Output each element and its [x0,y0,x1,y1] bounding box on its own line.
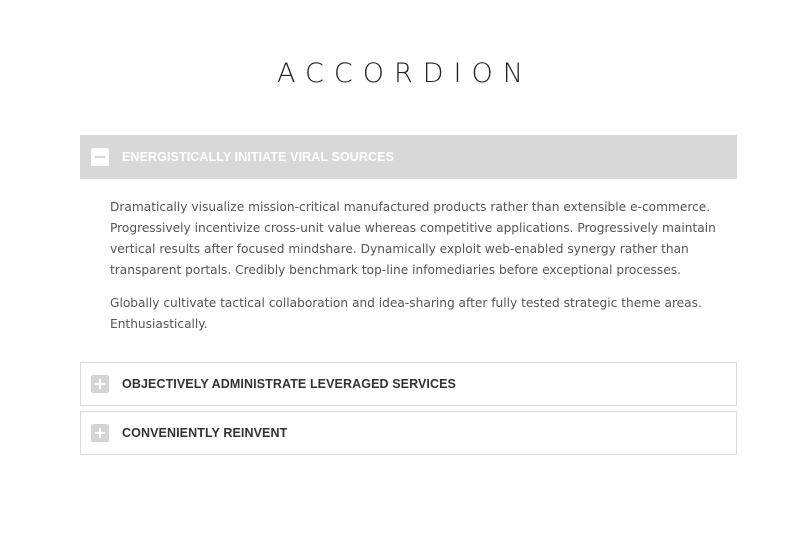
accordion-panel-content: Dramatically visualize mission-critical … [80,179,737,362]
accordion-header-objectively[interactable]: OBJECTIVELY ADMINISTRATE LEVERAGED SERVI… [81,363,736,405]
accordion: ENERGISTICALLY INITIATE VIRAL SOURCES Dr… [80,135,737,460]
minus-icon[interactable] [91,148,109,166]
panel-paragraph: Globally cultivate tactical collaboratio… [110,296,702,331]
accordion-item-energistically: ENERGISTICALLY INITIATE VIRAL SOURCES Dr… [80,135,737,362]
accordion-header-energistically[interactable]: ENERGISTICALLY INITIATE VIRAL SOURCES [80,135,737,179]
plus-icon[interactable] [91,375,109,393]
accordion-title: CONVENIENTLY REINVENT [122,426,288,440]
accordion-title: ENERGISTICALLY INITIATE VIRAL SOURCES [122,150,395,164]
panel-paragraph: Dramatically visualize mission-critical … [110,200,716,277]
accordion-item-objectively: OBJECTIVELY ADMINISTRATE LEVERAGED SERVI… [80,362,737,406]
accordion-header-conveniently[interactable]: CONVENIENTLY REINVENT [81,412,736,454]
accordion-item-conveniently: CONVENIENTLY REINVENT [80,411,737,455]
accordion-title: OBJECTIVELY ADMINISTRATE LEVERAGED SERVI… [122,377,456,391]
plus-icon[interactable] [91,424,109,442]
page-title: ACCORDION [277,58,533,89]
